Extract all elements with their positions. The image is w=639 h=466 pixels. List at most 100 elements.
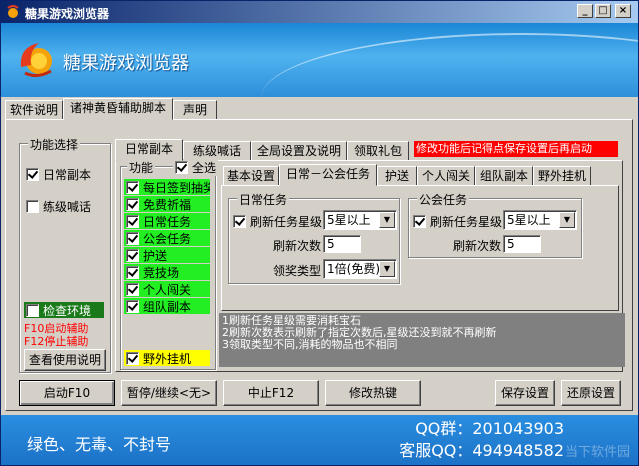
checkbox-box <box>175 161 188 174</box>
feature-list-title: 功能 <box>127 159 156 176</box>
stop-button[interactable]: 中止F12 <box>223 380 319 406</box>
checkbox-box <box>126 265 139 279</box>
check-environment-label: 检查环境 <box>43 303 92 318</box>
watermark: 当下软件园 <box>564 445 630 460</box>
feature-item-arena[interactable]: 竞技场 <box>124 264 210 280</box>
level-shout-label: 练级喊话 <box>43 200 92 214</box>
daily-refresh-star-checkbox[interactable]: 刷新任务星级 <box>233 213 322 230</box>
header-banner: 糖果游戏浏览器 <box>1 23 638 97</box>
subtab-team-dungeon[interactable]: 组队副本 <box>475 166 533 186</box>
feature-item-pray[interactable]: 免费祈福 <box>124 196 210 212</box>
title-bar[interactable]: 糖果游戏浏览器 _ □ × <box>1 1 638 23</box>
app-window: 糖果游戏浏览器 _ □ × 糖果游戏浏览器 软件说明 诸神黄昏辅助脚本 声明 功… <box>0 0 639 466</box>
daily-task-title: 日常任务 <box>237 191 290 208</box>
checkbox-box <box>126 180 139 194</box>
feature-label: 个人闯关 <box>143 282 192 297</box>
checkbox-box <box>26 200 39 213</box>
checkbox-box <box>126 214 139 228</box>
feature-label: 竞技场 <box>143 265 180 280</box>
subtab-escort[interactable]: 护送 <box>377 166 417 186</box>
checkbox-box <box>233 215 246 228</box>
close-button[interactable]: × <box>615 4 631 18</box>
save-settings-button[interactable]: 保存设置 <box>495 380 555 406</box>
daily-refresh-count-label: 刷新次数 <box>273 239 322 253</box>
daily-refresh-star-label: 刷新任务星级 <box>250 215 323 229</box>
tab-software-info[interactable]: 软件说明 <box>5 100 63 120</box>
chevron-down-icon[interactable]: ▼ <box>379 212 395 228</box>
feature-item-outdoor-hangup[interactable]: 野外挂机 <box>124 350 210 366</box>
modify-hotkey-button[interactable]: 修改热键 <box>325 380 421 406</box>
checkbox-box <box>26 303 39 317</box>
start-button[interactable]: 启动F10 <box>19 380 115 406</box>
footer-slogan: 绿色、无毒、不封号 <box>27 435 172 454</box>
candy-app-icon <box>7 5 19 18</box>
guild-task-group: 公会任务 刷新任务星级 5星以上 ▼ 刷新次数 5 <box>408 191 582 258</box>
chevron-down-icon[interactable]: ▼ <box>379 261 395 277</box>
view-help-button[interactable]: 查看使用说明 <box>24 349 106 371</box>
tab-statement[interactable]: 声明 <box>173 100 217 120</box>
subtab-outdoor-hangup[interactable]: 野外挂机 <box>533 166 591 186</box>
subtab-daily-guild-task[interactable]: 日常－公会任务 <box>279 164 377 186</box>
daily-dungeon-label: 日常副本 <box>43 168 92 182</box>
checkbox-box <box>126 351 139 365</box>
checkbox-box <box>126 231 139 245</box>
tab-claim-gift[interactable]: 领取礼包 <box>347 141 409 161</box>
daily-refresh-count-input[interactable]: 5 <box>323 235 361 253</box>
tab-daily-dungeon[interactable]: 日常副本 <box>115 139 183 161</box>
checkbox-box <box>126 299 139 313</box>
checkbox-box <box>126 282 139 296</box>
minimize-button[interactable]: _ <box>577 4 593 18</box>
reward-type-label: 领奖类型 <box>273 264 322 278</box>
guild-task-title: 公会任务 <box>417 191 470 208</box>
daily-dungeon-checkbox[interactable]: 日常副本 <box>26 166 91 183</box>
note-line: 3领取类型不同,消耗的物品也不相同 <box>222 338 398 351</box>
guild-refresh-star-checkbox[interactable]: 刷新任务星级 <box>413 213 502 230</box>
select-all-label: 全选 <box>192 161 217 175</box>
checkbox-box <box>126 248 139 262</box>
service-qq: 客服QQ：494948582 <box>399 441 564 460</box>
feature-item-checkin[interactable]: 每日签到抽奖 <box>124 179 210 195</box>
feature-item-daily-task[interactable]: 日常任务 <box>124 213 210 229</box>
subtab-solo-stage[interactable]: 个人闯关 <box>417 166 475 186</box>
check-environment-checkbox[interactable]: 检查环境 <box>24 302 104 318</box>
chevron-down-icon[interactable]: ▼ <box>559 212 575 228</box>
feature-label: 护送 <box>143 248 168 263</box>
guild-star-select[interactable]: 5星以上 ▼ <box>503 210 577 230</box>
function-select-group: 功能选择 日常副本 练级喊话 检查环境 F10启动辅助 F12停止辅助 查看使用… <box>19 136 111 373</box>
guild-refresh-count-input[interactable]: 5 <box>503 235 541 253</box>
maximize-button[interactable]: □ <box>595 4 611 18</box>
feature-item-guild-task[interactable]: 公会任务 <box>124 230 210 246</box>
daily-star-select[interactable]: 5星以上 ▼ <box>323 210 397 230</box>
tab-global-settings[interactable]: 全局设置及说明 <box>251 141 347 161</box>
notes-box: 1刷新任务星级需要消耗宝石 2刷新次数表示刷新了指定次数后,星级还没到就不再刷新… <box>219 313 625 367</box>
footer-banner: 绿色、无毒、不封号 QQ群：201043903 客服QQ：494948582 当… <box>1 415 638 465</box>
feature-item-escort[interactable]: 护送 <box>124 247 210 263</box>
feature-label: 每日签到抽奖 <box>143 180 210 195</box>
restore-settings-button[interactable]: 还原设置 <box>561 380 621 406</box>
tab-level-shout[interactable]: 练级喊话 <box>183 141 251 161</box>
subtab-basic-settings[interactable]: 基本设置 <box>223 166 279 186</box>
feature-label: 免费祈福 <box>143 197 192 212</box>
guild-star-value: 5星以上 <box>507 213 551 227</box>
checkbox-box <box>126 197 139 211</box>
script-panel: 功能选择 日常副本 练级喊话 检查环境 F10启动辅助 F12停止辅助 查看使用… <box>5 119 633 411</box>
feature-label: 日常任务 <box>143 214 192 229</box>
checkbox-box <box>413 215 426 228</box>
select-all-checkbox[interactable]: 全选 <box>173 159 219 176</box>
guild-refresh-star-label: 刷新任务星级 <box>430 215 503 229</box>
save-settings-warning: 修改功能后记得点保存设置后再启动 <box>414 141 618 157</box>
guild-refresh-count-label: 刷新次数 <box>453 239 502 253</box>
reward-type-select[interactable]: 1倍(免费) ▼ <box>323 259 397 279</box>
reward-type-value: 1倍(免费) <box>327 262 380 276</box>
tab-script[interactable]: 诸神黄昏辅助脚本 <box>63 98 173 120</box>
candy-logo-icon <box>20 43 52 78</box>
feature-item-solo-stage[interactable]: 个人闯关 <box>124 281 210 297</box>
checkbox-box <box>26 168 39 181</box>
brand-name: 糖果游戏浏览器 <box>63 53 189 74</box>
pause-resume-button[interactable]: 暂停/继续<无> <box>121 380 217 406</box>
feature-item-team-dungeon[interactable]: 组队副本 <box>124 298 210 314</box>
window-title: 糖果游戏浏览器 <box>25 7 110 21</box>
feature-list-group: 功能 全选 每日签到抽奖 免费祈福 日常任务 公会任务 护送 竞技场 个人闯关 … <box>120 159 219 370</box>
feature-label: 野外挂机 <box>143 351 192 366</box>
level-shout-checkbox[interactable]: 练级喊话 <box>26 198 91 215</box>
